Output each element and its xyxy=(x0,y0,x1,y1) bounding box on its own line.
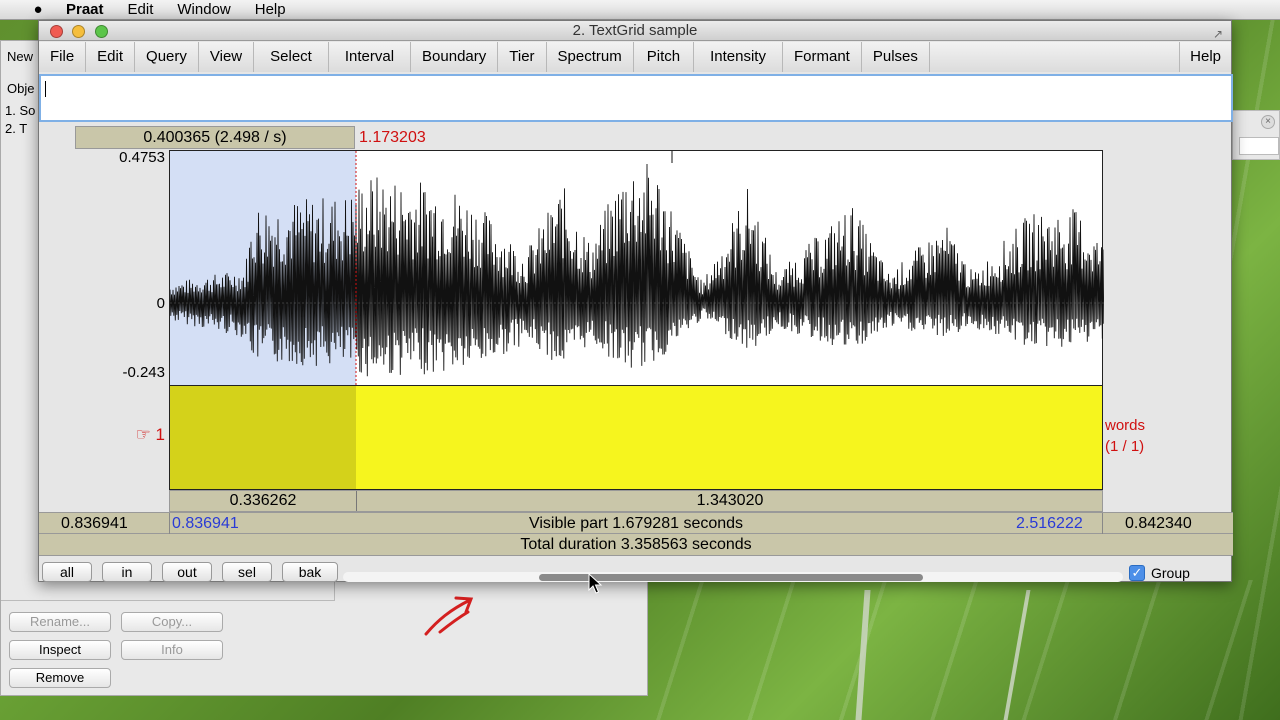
menu-edit[interactable]: Edit xyxy=(128,1,154,18)
waveform-trace xyxy=(170,163,1104,377)
menu-spectrum[interactable]: Spectrum xyxy=(546,42,634,72)
menu-edit[interactable]: Edit xyxy=(86,42,136,72)
waveform-panel[interactable] xyxy=(169,150,1104,387)
textgrid-editor-window: 2. TextGrid sample ↗ File Edit Query Vie… xyxy=(38,20,1233,582)
tier-count: (1 / 1) xyxy=(1105,438,1145,455)
menu-interval[interactable]: Interval xyxy=(328,42,412,72)
interval-duration-left[interactable]: 0.336262 xyxy=(170,491,356,511)
remove-button[interactable]: Remove xyxy=(9,668,111,688)
menu-window[interactable]: Window xyxy=(177,1,230,18)
view-all-button[interactable]: all xyxy=(42,562,92,582)
info-button[interactable]: Info xyxy=(121,640,223,660)
window-minimize-icon[interactable] xyxy=(72,25,85,38)
copy-button[interactable]: Copy... xyxy=(121,612,223,632)
row-divider xyxy=(1102,513,1103,535)
menu-file[interactable]: File xyxy=(39,42,87,72)
menu-view[interactable]: View xyxy=(198,42,255,72)
group-checkbox[interactable]: ✓ xyxy=(1129,565,1145,581)
window-close-icon[interactable] xyxy=(50,25,63,38)
interval-duration-right[interactable]: 1.343020 xyxy=(357,491,1103,511)
menu-help[interactable]: Help xyxy=(1180,42,1231,72)
right-hidden-duration[interactable]: 0.842340 xyxy=(1125,513,1192,535)
cursor-time-label: 1.173203 xyxy=(359,129,426,146)
objects-list-pane xyxy=(1,581,335,601)
waveform-plot xyxy=(170,151,1104,387)
zoom-out-button[interactable]: out xyxy=(162,562,212,582)
window-titlebar[interactable]: 2. TextGrid sample ↗ xyxy=(39,21,1231,41)
menu-praat[interactable]: Praat xyxy=(66,1,104,18)
red-arrow-annotation-icon xyxy=(424,596,474,636)
visible-end-time: 2.516222 xyxy=(1016,515,1083,532)
tier-number-label[interactable]: ☞ 1 xyxy=(119,425,165,445)
interval-duration-row: 0.336262 1.343020 xyxy=(169,490,1103,512)
menubar-spacer xyxy=(929,42,1181,72)
menu-help[interactable]: Help xyxy=(255,1,286,18)
background-input-fragment xyxy=(1239,137,1279,155)
menu-select[interactable]: Select xyxy=(254,42,329,72)
window-title: 2. TextGrid sample xyxy=(572,22,698,39)
objects-list-label: Obje xyxy=(7,81,35,96)
apple-menu-icon[interactable]: ● xyxy=(26,1,50,18)
selection-duration-header[interactable]: 0.400365 (2.498 / s) xyxy=(75,126,355,149)
zoom-selection-button[interactable]: sel xyxy=(222,562,272,582)
window-zoom-icon[interactable] xyxy=(95,25,108,38)
menu-tier[interactable]: Tier xyxy=(498,42,547,72)
objects-menu-new[interactable]: New xyxy=(7,49,33,64)
tier-selection-highlight xyxy=(170,386,356,489)
zoom-in-button[interactable]: in xyxy=(102,562,152,582)
inspect-button[interactable]: Inspect xyxy=(9,640,111,660)
editor-menubar: File Edit Query View Select Interval Bou… xyxy=(39,42,1231,72)
textgrid-tier-words[interactable] xyxy=(169,386,1103,490)
desktop-wallpaper-field xyxy=(640,580,1280,720)
amplitude-min-label: -0.243 xyxy=(122,364,165,381)
mouse-pointer-icon xyxy=(588,573,603,594)
menu-pulses[interactable]: Pulses xyxy=(861,42,930,72)
menu-pitch[interactable]: Pitch xyxy=(633,42,695,72)
interval-text-field[interactable] xyxy=(39,74,1233,122)
background-window-fragment: × xyxy=(1232,110,1280,160)
tier-name: words xyxy=(1105,417,1146,434)
zoom-back-button[interactable]: bak xyxy=(282,562,338,582)
visible-part-row: 0.836941 0.836941 Visible part 1.679281 … xyxy=(39,512,1233,535)
fullscreen-icon[interactable]: ↗ xyxy=(1213,24,1223,44)
tier-name-label: words (1 / 1) xyxy=(1105,415,1145,457)
group-label: Group xyxy=(1151,565,1190,581)
system-menubar: ● Praat Edit Window Help xyxy=(0,0,1280,20)
total-duration-row[interactable]: Total duration 3.358563 seconds xyxy=(39,534,1233,556)
amplitude-max-label: 0.4753 xyxy=(119,149,165,166)
rename-button[interactable]: Rename... xyxy=(9,612,111,632)
menu-query[interactable]: Query xyxy=(135,42,199,72)
close-icon[interactable]: × xyxy=(1261,115,1275,129)
amplitude-zero-label: 0 xyxy=(156,295,165,312)
menu-boundary[interactable]: Boundary xyxy=(411,42,499,72)
menu-formant[interactable]: Formant xyxy=(782,42,862,72)
text-cursor xyxy=(45,81,46,98)
objects-list-item[interactable]: 2. T xyxy=(5,121,27,136)
objects-list-item[interactable]: 1. So xyxy=(5,103,35,118)
menu-intensity[interactable]: Intensity xyxy=(694,42,783,72)
